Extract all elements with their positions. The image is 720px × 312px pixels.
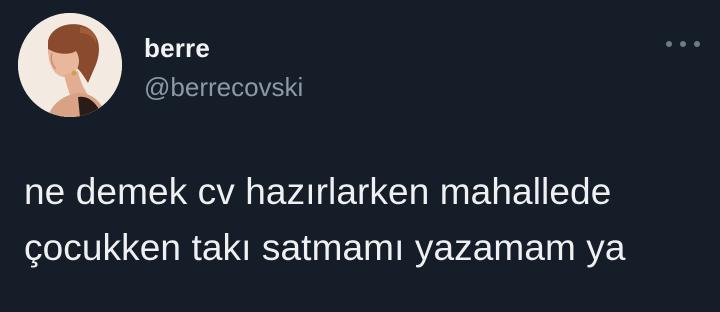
avatar[interactable] — [18, 13, 122, 117]
author-handle[interactable]: @berrecovski — [144, 72, 303, 102]
tweet-text-line: ne demek cv hazırlarken mahallede — [24, 171, 612, 212]
more-dots-icon — [680, 41, 686, 47]
avatar-photo — [18, 13, 122, 117]
more-options-button[interactable] — [666, 34, 700, 54]
tweet-card: berre @berrecovski ne demek cv hazırlark… — [0, 0, 720, 312]
tweet-text: ne demek cv hazırlarken mahallede çocukk… — [24, 164, 704, 276]
more-dots-icon — [666, 41, 672, 47]
more-dots-icon — [694, 41, 700, 47]
author-display-name[interactable]: berre — [144, 33, 210, 63]
tweet-text-line: çocukken takı satmamı yazamam ya — [24, 227, 626, 268]
